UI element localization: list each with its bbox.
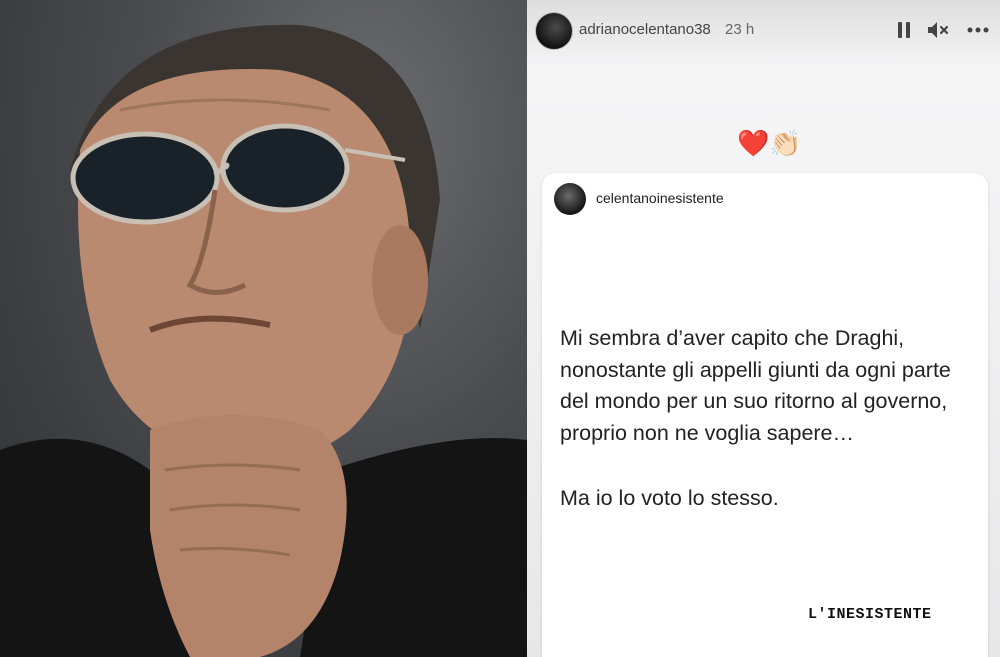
portrait-illustration xyxy=(0,24,527,657)
emoji-sticker: ❤️👏🏻 xyxy=(737,128,802,158)
shared-post-text: Mi sembra d’aver capito che Draghi, nono… xyxy=(560,326,951,445)
more-options-button[interactable] xyxy=(964,18,992,42)
shared-post-brand: L'INESISTENTE xyxy=(808,606,932,623)
story-timestamp: 23 h xyxy=(725,21,755,38)
portrait-photo xyxy=(0,0,527,657)
instagram-story: adrianocelentano38 23 h ❤️👏🏻 celentanoin… xyxy=(527,0,1000,657)
story-user-avatar[interactable] xyxy=(535,12,573,50)
muted-speaker-icon xyxy=(928,22,949,38)
pause-button[interactable] xyxy=(892,18,916,42)
shared-post-card[interactable]: celentanoinesistente Mi sembra d’aver ca… xyxy=(542,173,988,657)
story-username[interactable]: adrianocelentano38 xyxy=(579,21,711,38)
more-options-icon xyxy=(967,27,989,33)
shared-post-text-closing: Ma io lo voto lo stesso. xyxy=(560,486,779,510)
story-header: adrianocelentano38 23 h xyxy=(527,0,1000,72)
shared-post-avatar[interactable] xyxy=(554,183,586,215)
shared-post-username[interactable]: celentanoinesistente xyxy=(596,190,724,206)
mute-button[interactable] xyxy=(925,18,951,42)
pause-icon xyxy=(898,22,910,38)
